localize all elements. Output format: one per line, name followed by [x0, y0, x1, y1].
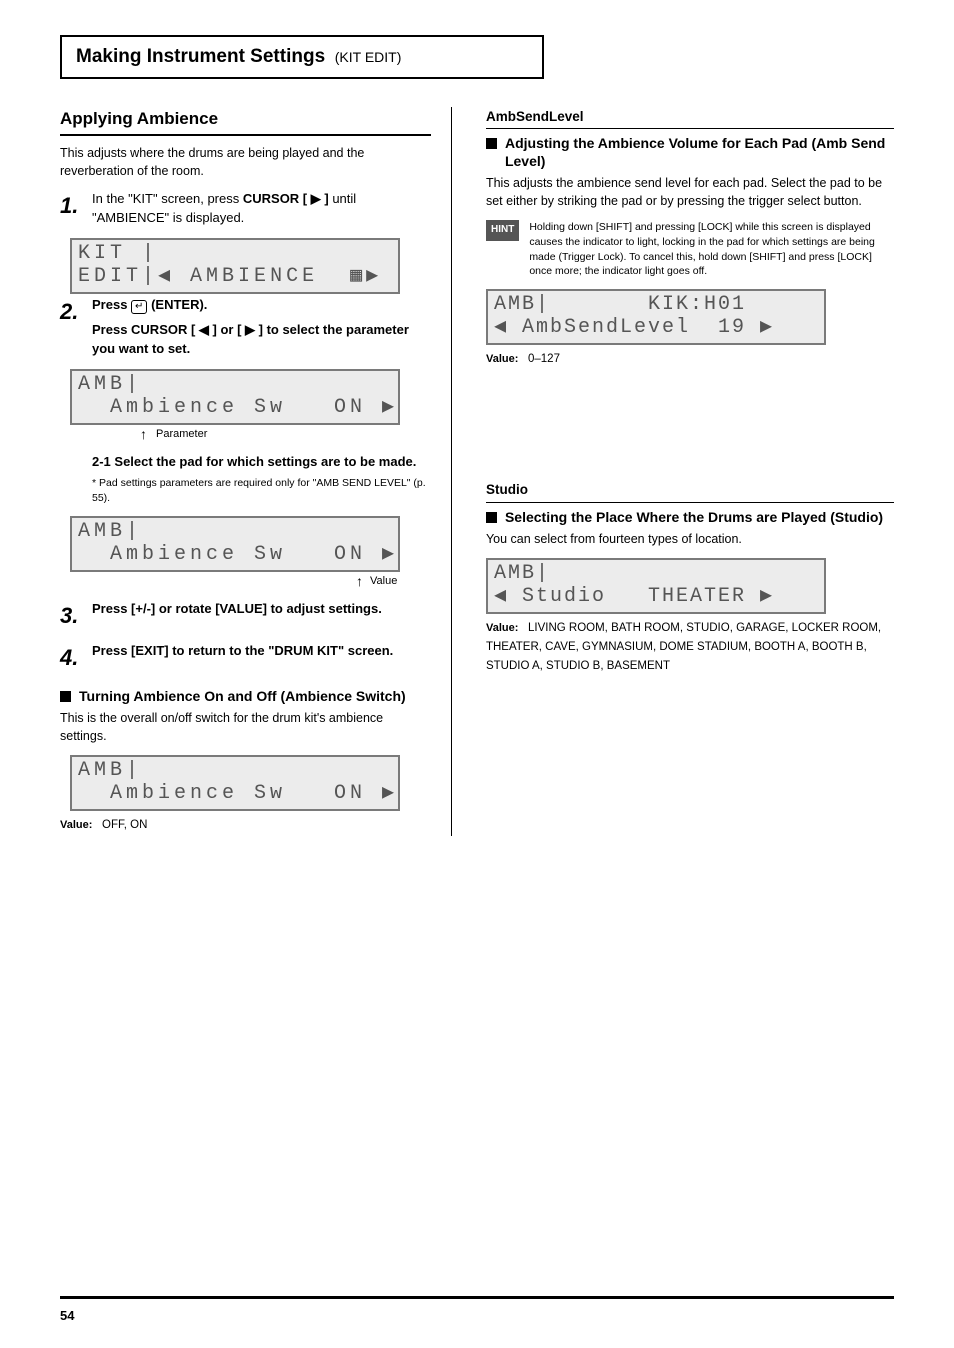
header-sub: (KIT EDIT) [335, 49, 402, 65]
step2-b: Press CURSOR [ ◀ ] or [ ▶ ] to select th… [92, 322, 409, 356]
lcd2-l2: Ambience Sw ON ▶ [78, 396, 398, 419]
subsection-title: Turning Ambience On and Off (Ambience Sw… [79, 688, 406, 706]
column-left: Applying Ambience This adjusts where the… [60, 107, 452, 837]
lcd5-l1: AMB| KIK:H01 [494, 293, 746, 316]
lcd-screen-4: AMB| Ambience Sw ON ▶ [70, 755, 400, 811]
square-bullet-icon [486, 138, 497, 149]
range-label: Value: [60, 819, 92, 831]
arrow-up-icon: ↑ [356, 574, 363, 588]
lcd3-l2: Ambience Sw ON ▶ [78, 543, 398, 566]
range-label: Value: [486, 353, 518, 365]
sub-step-2-1: 2-1 Select the pad for which settings ar… [92, 453, 431, 472]
hint-badge: HINT [486, 220, 519, 241]
range-values: 0–127 [528, 353, 560, 365]
arrow-up-icon: ↑ [140, 427, 147, 441]
column-right: AmbSendLevel Adjusting the Ambience Volu… [452, 107, 894, 837]
h3-studio: Studio [486, 480, 894, 503]
hint-text: Holding down [SHIFT] and pressing [LOCK]… [529, 220, 894, 279]
step3-a: Press [+/-] or rotate [92, 601, 212, 616]
lcd2-annotation: ↑ Parameter [70, 427, 431, 443]
step1-a: In the "KIT" screen, press [92, 191, 239, 206]
range-values: LIVING ROOM, BATH ROOM, STUDIO, GARAGE, … [486, 622, 881, 672]
sub-step-note: * Pad settings parameters are required o… [92, 476, 431, 506]
lcd-screen-2: AMB| Ambience Sw ON ▶ [70, 369, 400, 425]
lcd-screen-1: KIT | EDIT|◀ AMBIENCE ▦▶ [70, 238, 400, 294]
lcd1-l1: KIT | [78, 242, 158, 265]
lcd1-l2: EDIT|◀ AMBIENCE ▦▶ [78, 265, 382, 288]
range-label: Value: [486, 622, 518, 634]
subsection-title: Adjusting the Ambience Volume for Each P… [505, 135, 894, 170]
annot-parameter: Parameter [156, 427, 207, 443]
annot-value: Value [370, 574, 397, 590]
enter-icon: ↵ [131, 300, 147, 314]
step2-press: Press [92, 297, 127, 312]
section-title: Applying Ambience [60, 107, 431, 137]
lcd-screen-5: AMB| KIK:H01 ◀ AmbSendLevel 19 ▶ [486, 289, 826, 345]
step3-dial: [VALUE] [215, 601, 267, 616]
lcd-screen-3: AMB| Ambience Sw ON ▶ [70, 516, 400, 572]
range-row: Value: 0–127 [486, 349, 894, 368]
step-body: Press ↵ (ENTER). Press CURSOR [ ◀ ] or [… [92, 296, 431, 359]
step-number: 2. [60, 296, 82, 328]
step-body: In the "KIT" screen, press CURSOR [ ▶ ] … [92, 190, 431, 228]
step3-b: to adjust settings. [271, 601, 382, 616]
h3-ambsendlevel: AmbSendLevel [486, 107, 894, 130]
lcd3-l1: AMB| [78, 520, 142, 543]
lcd4-l1: AMB| [78, 759, 142, 782]
lcd6-l1: AMB| [494, 562, 550, 585]
range-row: Value: LIVING ROOM, BATH ROOM, STUDIO, G… [486, 618, 894, 675]
step-number: 3. [60, 600, 82, 632]
subsection-para: This is the overall on/off switch for th… [60, 709, 431, 745]
lcd6-l2: ◀ Studio THEATER ▶ [494, 585, 774, 608]
range-values: OFF, ON [102, 819, 147, 831]
lcd4-l2: Ambience Sw ON ▶ [78, 782, 398, 805]
intro-text: This adjusts where the drums are being p… [60, 144, 431, 180]
footer: 54 TD-6V_e.book 54 ページ ２００４年３月２９日 月曜日 午後… [60, 1296, 894, 1326]
subsection-para: This adjusts the ambience send level for… [486, 174, 894, 210]
step-body: Press [EXIT] to return to the "DRUM KIT"… [92, 642, 431, 661]
lcd5-l2: ◀ AmbSendLevel 19 ▶ [494, 316, 774, 339]
step2-enter: (ENTER). [151, 297, 207, 312]
lcd-screen-6: AMB| ◀ Studio THEATER ▶ [486, 558, 826, 614]
lcd3-annotation: ↑ Value [70, 574, 431, 590]
header-main: Making Instrument Settings [76, 46, 325, 67]
square-bullet-icon [486, 512, 497, 523]
subsection-title: Selecting the Place Where the Drums are … [505, 509, 883, 527]
step-number: 1. [60, 190, 82, 222]
subsection-para: You can select from fourteen types of lo… [486, 530, 894, 548]
lcd2-l1: AMB| [78, 373, 142, 396]
range-row: Value: OFF, ON [60, 815, 431, 834]
header-box: Making Instrument Settings (KIT EDIT) [60, 35, 544, 79]
step-number: 4. [60, 642, 82, 674]
page-number: 54 [60, 1307, 74, 1326]
cursor-right-label: CURSOR [ ▶ ] [243, 191, 329, 206]
step-body: Press [+/-] or rotate [VALUE] to adjust … [92, 600, 431, 619]
step4: Press [EXIT] to return to the "DRUM KIT"… [92, 643, 393, 658]
square-bullet-icon [60, 691, 71, 702]
